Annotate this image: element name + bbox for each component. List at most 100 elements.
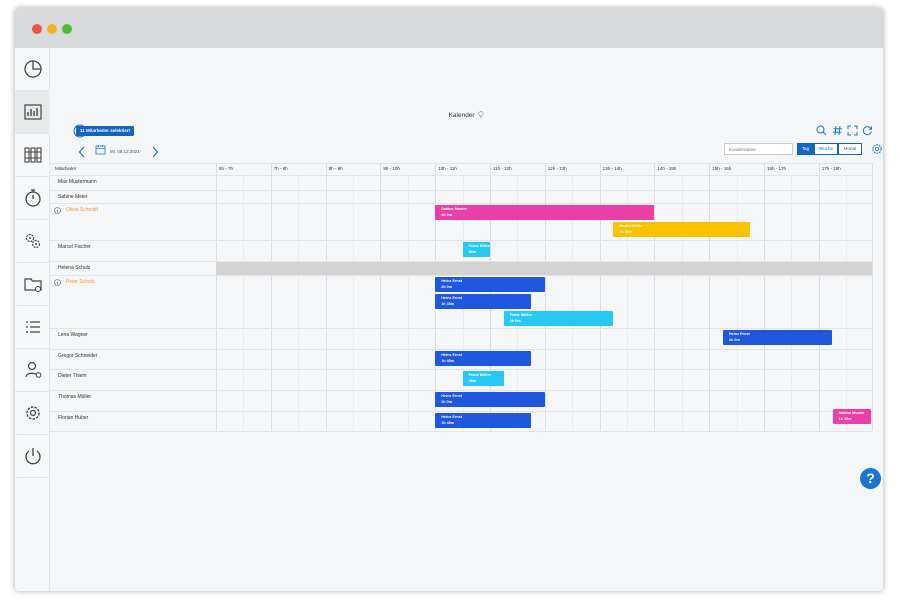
grid-line: [50, 349, 872, 350]
employee-name[interactable]: Peter Scholz: [66, 279, 94, 285]
employee-name[interactable]: Marcel Fischer: [58, 244, 91, 250]
appointment-block[interactable]: Franz Müller 45m: [462, 371, 504, 386]
customer-search-input[interactable]: [724, 143, 793, 155]
maximize-window-button[interactable]: [62, 24, 72, 34]
info-icon[interactable]: [54, 279, 61, 286]
lightbulb-icon[interactable]: [478, 111, 484, 118]
hour-header: 11h - 12h: [493, 166, 512, 171]
sidebar-item-archive[interactable]: [15, 134, 50, 177]
appointment-duration: 1h 45m: [441, 421, 455, 425]
hour-header: 15h - 16h: [712, 166, 732, 171]
grid-line: [50, 390, 872, 391]
search-icon[interactable]: [816, 125, 827, 136]
hour-header: 9h - 10h: [383, 166, 400, 171]
tab-week[interactable]: Woche: [814, 143, 838, 155]
hashtag-icon[interactable]: [832, 125, 843, 136]
hour-header: 7h - 8h: [273, 166, 288, 171]
info-icon[interactable]: [54, 207, 61, 214]
appointment-duration: 4h 0m: [441, 213, 453, 217]
employee-name[interactable]: Max Mustermann: [58, 179, 97, 185]
appointment-block[interactable]: Moritz Keller 2h 30m: [613, 222, 751, 237]
appointment-block[interactable]: Heinz Ernst 1h 45m: [435, 294, 532, 309]
employee-name[interactable]: Gregor Schneider: [58, 353, 97, 359]
appointment-block[interactable]: Franz Müller 2h 0m: [503, 311, 614, 326]
refresh-icon[interactable]: [862, 125, 873, 136]
page-title-text: Kalender: [448, 112, 475, 119]
grid-line: [736, 175, 738, 431]
employee-name[interactable]: Thomas Müller: [58, 394, 91, 400]
grid-line: [50, 411, 872, 412]
sidebar-item-files[interactable]: [15, 263, 50, 306]
close-window-button[interactable]: [32, 24, 42, 34]
pie-chart-icon: [23, 60, 42, 78]
appointment-block[interactable]: Heinz Ernst 1h 45m: [435, 413, 532, 428]
bar-chart-icon: [23, 104, 42, 120]
appointment-duration: 2h 30m: [619, 230, 633, 234]
employee-name[interactable]: Dieter Thiem: [58, 373, 87, 379]
grid-line: [50, 431, 872, 432]
employee-name[interactable]: Helena Schulz: [58, 265, 90, 271]
calendar-icon[interactable]: [95, 144, 106, 155]
appointment-block[interactable]: Sabine Muster 1h 45m: [832, 409, 871, 424]
calendar-settings-icon[interactable]: [871, 143, 883, 155]
settings-icon: [25, 406, 40, 420]
tab-day[interactable]: Tag: [797, 143, 814, 155]
grid-line: [872, 163, 873, 431]
stopwatch-icon: [24, 189, 41, 207]
grid-line: [50, 369, 872, 370]
employee-name[interactable]: Sabine Meier: [58, 194, 87, 200]
sidebar-item-settings[interactable]: [15, 392, 50, 435]
appointment-duration: 2h 0m: [441, 285, 453, 289]
grid-line: [50, 190, 872, 191]
tab-month[interactable]: Monat: [838, 143, 862, 155]
appointment-block[interactable]: Heinz Ernst 2h 0m: [435, 392, 545, 407]
employee-name[interactable]: Olivia Schmidt: [66, 207, 98, 213]
fullscreen-icon[interactable]: [847, 125, 858, 136]
appointment-duration: 2h 0m: [728, 338, 740, 342]
hour-header: 16h - 17h: [767, 166, 787, 171]
appointment-duration: 1h 45m: [441, 302, 455, 306]
binders-icon: [23, 147, 42, 163]
chevron-right-icon[interactable]: [151, 146, 159, 158]
sidebar-item-time-tracking[interactable]: [15, 177, 50, 220]
calendar-view: Kalender 11 Mitarbeiter selektiert Mi, 0…: [50, 48, 883, 591]
hour-header: 14h - 15h: [657, 166, 677, 171]
employee-name[interactable]: Florian Huber: [58, 415, 88, 421]
folder-settings-icon: [23, 278, 42, 292]
appointment-duration: 1h 45m: [838, 417, 852, 421]
help-button[interactable]: ?: [860, 468, 881, 489]
appointment-block[interactable]: Heinz Ernst 2h 0m: [435, 277, 545, 292]
current-date[interactable]: Mi, 08.12.2021: [110, 149, 140, 154]
grid-line: [50, 240, 872, 241]
appointment-block[interactable]: Sabine Muster 4h 0m: [435, 205, 655, 220]
sidebar-item-logout[interactable]: [15, 435, 50, 478]
hour-header: 6h - 7h: [219, 166, 234, 171]
grid-line: [681, 175, 683, 431]
grid-line: [50, 328, 872, 329]
schedule-grid: Mitarbeiter 6h - 7h 7h - 8h 8h - 9h 9h - 10…: [50, 163, 883, 433]
appointment-duration: 2h 0m: [441, 400, 453, 404]
sidebar-item-lists[interactable]: [15, 306, 50, 349]
selected-employees-badge[interactable]: 11 Mitarbeiter selektiert: [76, 126, 135, 136]
sidebar-item-calendar[interactable]: [15, 91, 50, 134]
grid-line: [298, 175, 300, 431]
sidebar-item-users[interactable]: [15, 349, 50, 392]
grid-line: [846, 175, 848, 431]
chevron-left-icon[interactable]: [78, 146, 86, 158]
sidebar-item-statistics[interactable]: [15, 48, 50, 91]
sidebar-item-services[interactable]: [15, 220, 50, 263]
employee-column-header: Mitarbeiter: [55, 166, 77, 171]
grid-line: [50, 275, 872, 276]
unavailable-block: [216, 262, 872, 275]
gears-icon: [25, 233, 40, 249]
grid-line: [50, 203, 872, 204]
hour-header: 13h - 14h: [602, 166, 622, 171]
appointment-block[interactable]: Franz Müller 30m: [462, 242, 490, 257]
hour-header: 10h - 11h: [438, 166, 457, 171]
minimize-window-button[interactable]: [47, 24, 57, 34]
appointment-block[interactable]: Heinz Ernst 1h 45m: [435, 351, 532, 366]
employee-name[interactable]: Lena Wagner: [58, 332, 88, 338]
appointment-block[interactable]: Heinz Ernst 2h 0m: [722, 330, 833, 345]
grid-line: [791, 175, 793, 431]
grid-line: [50, 175, 872, 176]
